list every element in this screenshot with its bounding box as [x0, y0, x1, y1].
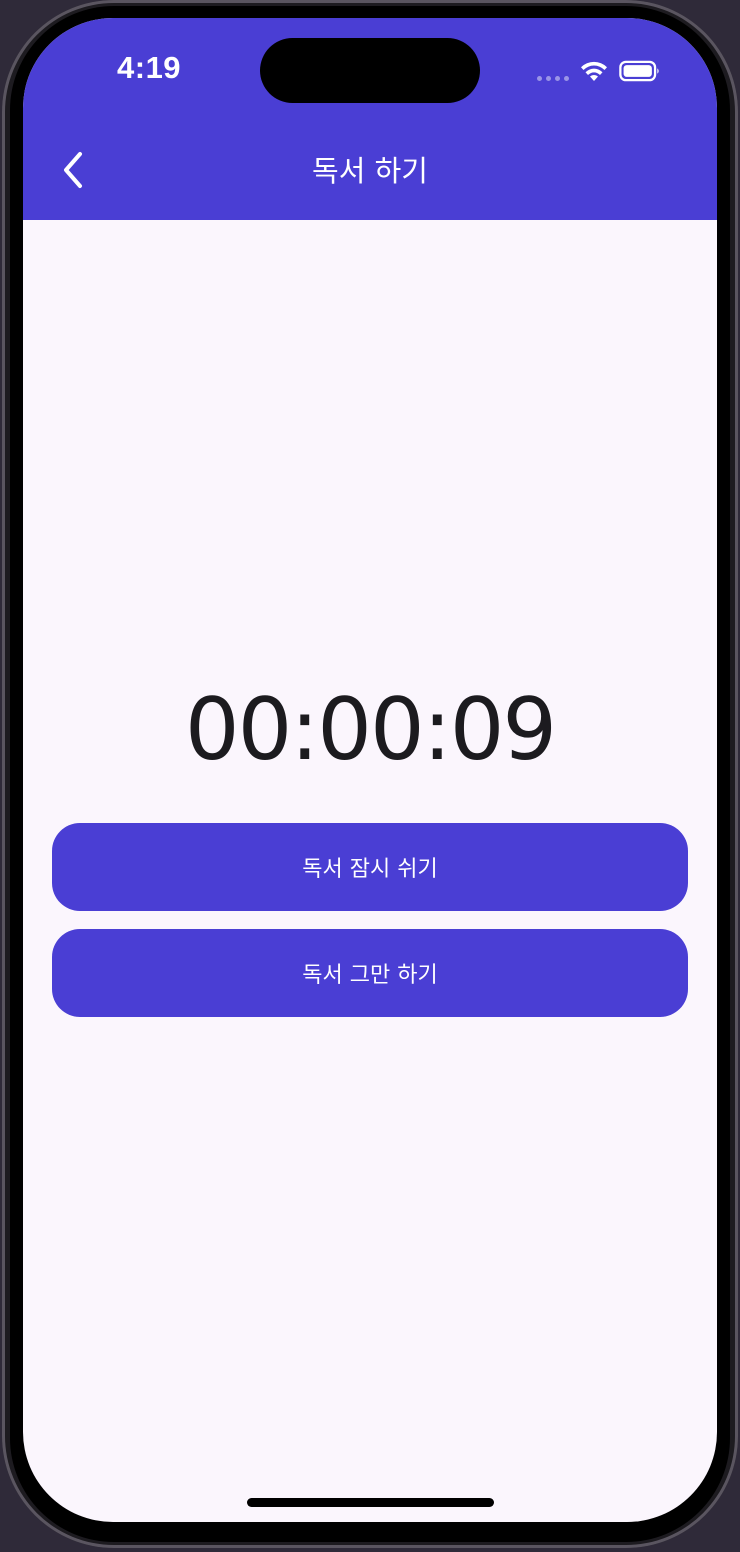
wifi-icon — [581, 61, 607, 81]
page-title: 독서 하기 — [312, 154, 428, 188]
pause-reading-label: 독서 잠시 쉬기 — [302, 857, 438, 882]
reading-timer: 00:00:09 — [184, 680, 557, 780]
stop-reading-label: 독서 그만 하기 — [302, 963, 438, 988]
home-indicator[interactable] — [247, 1498, 494, 1507]
app-bar: 4:19 독서 하기 — [23, 18, 717, 220]
pause-reading-button[interactable]: 독서 잠시 쉬기 — [52, 823, 688, 911]
device-background: 4:19 독서 하기 00:00:09 독서 잠시 쉬기 독서 그만 하기 — [0, 0, 740, 1552]
app-screen: 4:19 독서 하기 00:00:09 독서 잠시 쉬기 독서 그만 하기 — [23, 18, 717, 1522]
cellular-signal-icon — [537, 61, 569, 81]
battery-icon — [619, 60, 659, 82]
dynamic-island — [260, 38, 480, 103]
status-time: 4:19 — [117, 50, 182, 85]
status-icons — [537, 56, 661, 86]
stop-reading-button[interactable]: 독서 그만 하기 — [52, 929, 688, 1017]
